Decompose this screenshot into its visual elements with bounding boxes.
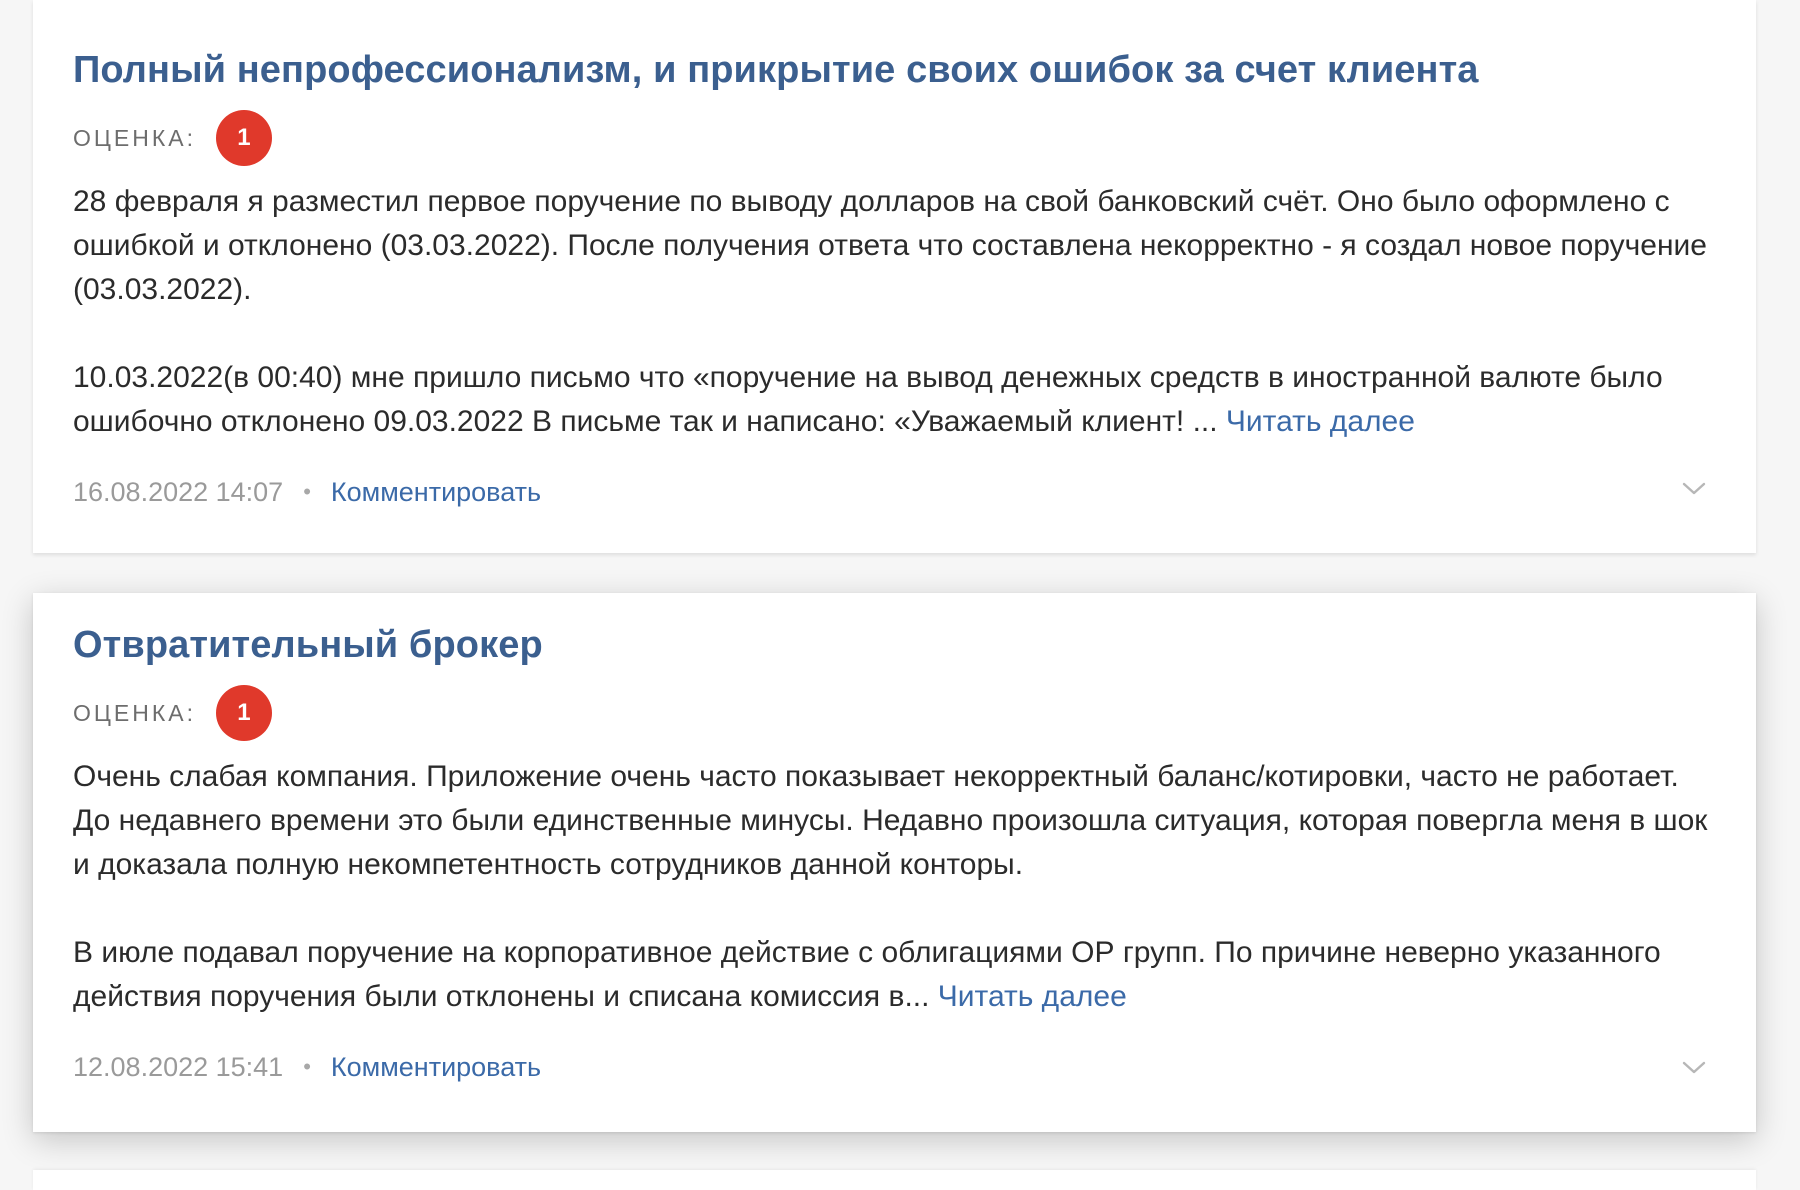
review-meta: 12.08.2022 15:41 • Комментировать: [73, 1045, 1708, 1089]
review-paragraph-text: В июле подавал поручение на корпоративно…: [73, 936, 1661, 1013]
rating-badge: 1: [215, 110, 272, 166]
chevron-down-icon[interactable]: [1680, 1053, 1708, 1081]
review-date: 12.08.2022 15:41: [73, 1051, 284, 1082]
review-meta: 16.08.2022 14:07 • Комментировать: [73, 470, 1708, 514]
review-title[interactable]: Полный непрофессионализм, и прикрытие св…: [73, 46, 1708, 94]
review-title[interactable]: Отвратительный брокер: [73, 621, 1708, 669]
separator-dot: •: [303, 479, 311, 504]
review-card: Полный непрофессионализм, и прикрытие св…: [33, 0, 1756, 553]
review-paragraph: Очень слабая компания. Приложение очень …: [73, 760, 1708, 881]
review-paragraph-text: 10.03.2022(в 00:40) мне пришло письмо чт…: [73, 361, 1663, 438]
review-date: 16.08.2022 14:07: [73, 476, 284, 507]
review-paragraph: В июле подавал поручение на корпоративно…: [73, 931, 1708, 1019]
comment-link[interactable]: Комментировать: [331, 477, 541, 508]
reviews-feed: Полный непрофессионализм, и прикрытие св…: [33, 0, 1756, 1132]
rating-row: Оценка: 1: [73, 685, 1708, 741]
comment-link[interactable]: Комментировать: [331, 1052, 541, 1083]
review-text: Очень слабая компания. Приложение очень …: [73, 755, 1708, 1019]
rating-label: Оценка:: [73, 699, 196, 726]
read-more-link[interactable]: Читать далее: [938, 980, 1127, 1013]
review-paragraph: 28 февраля я разместил первое поручение …: [73, 185, 1707, 306]
review-card: Отвратительный брокер Оценка: 1 Очень сл…: [33, 593, 1756, 1132]
read-more-link[interactable]: Читать далее: [1226, 405, 1415, 438]
separator-dot: •: [303, 1054, 311, 1079]
next-review-card-edge: [33, 1170, 1756, 1190]
rating-badge: 1: [215, 685, 272, 741]
chevron-down-icon[interactable]: [1680, 474, 1708, 502]
rating-label: Оценка:: [73, 124, 196, 151]
rating-row: Оценка: 1: [73, 110, 1708, 166]
review-text: 28 февраля я разместил первое поручение …: [73, 180, 1708, 444]
review-paragraph: 10.03.2022(в 00:40) мне пришло письмо чт…: [73, 356, 1708, 444]
